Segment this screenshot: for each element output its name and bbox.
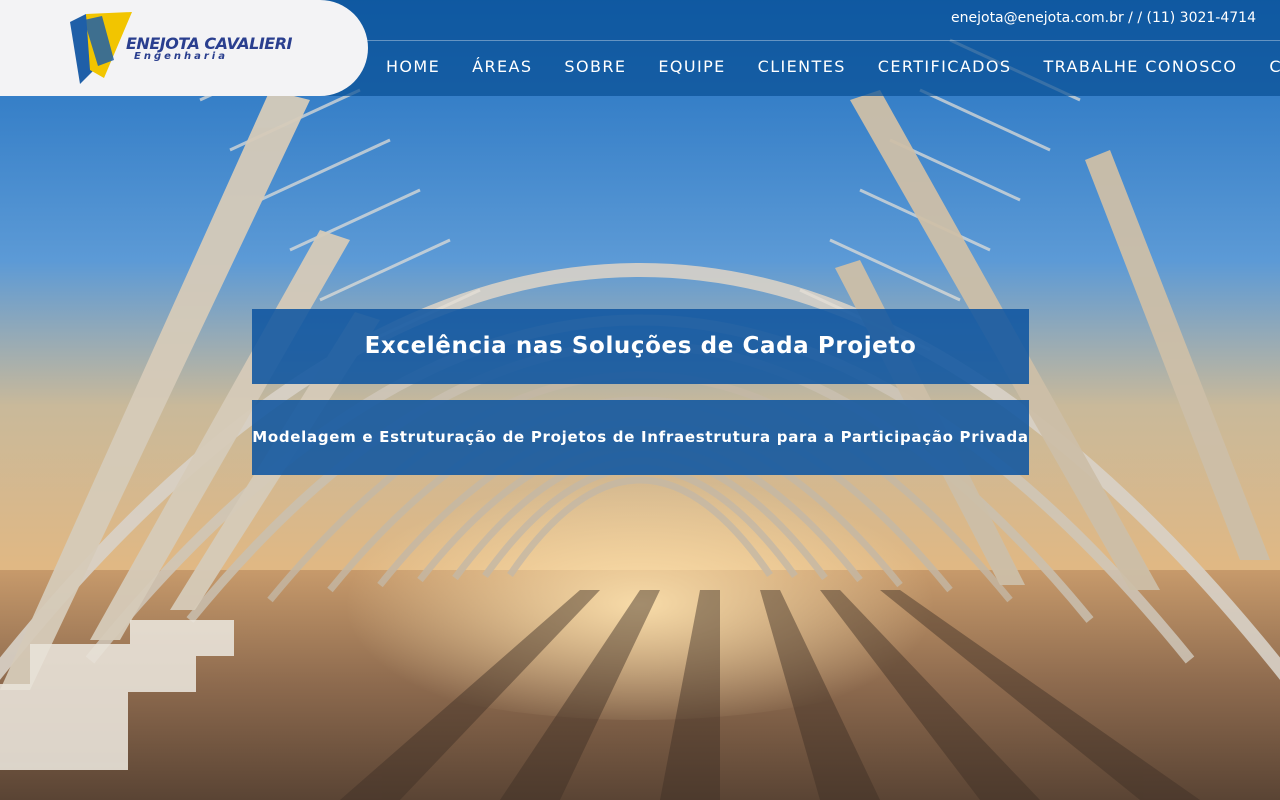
hero-title: Excelência nas Soluções de Cada Projeto <box>252 309 1029 384</box>
nav-item-equipe[interactable]: EQUIPE <box>658 57 725 76</box>
main-nav: HOME ÁREAS SOBRE EQUIPE CLIENTES CERTIFI… <box>386 57 1280 76</box>
nav-item-contato[interactable]: CONTATO <box>1269 57 1280 76</box>
nav-item-clientes[interactable]: CLIENTES <box>758 57 846 76</box>
logo-link[interactable]: ENEJOTA CAVALIERI Engenharia <box>0 0 368 96</box>
nav-item-areas[interactable]: ÁREAS <box>472 57 532 76</box>
header-contact[interactable]: enejota@enejota.com.br / / (11) 3021-471… <box>951 10 1256 26</box>
hero-subtitle: Modelagem e Estruturação de Projetos de … <box>252 400 1029 475</box>
brand-subtitle: Engenharia <box>134 51 228 62</box>
header-divider <box>360 40 1280 41</box>
nav-item-home[interactable]: HOME <box>386 57 440 76</box>
page: enejota@enejota.com.br / / (11) 3021-471… <box>0 0 1280 800</box>
nav-item-sobre[interactable]: SOBRE <box>564 57 626 76</box>
nav-item-trabalhe-conosco[interactable]: TRABALHE CONOSCO <box>1043 57 1237 76</box>
nav-item-certificados[interactable]: CERTIFICADOS <box>878 57 1012 76</box>
